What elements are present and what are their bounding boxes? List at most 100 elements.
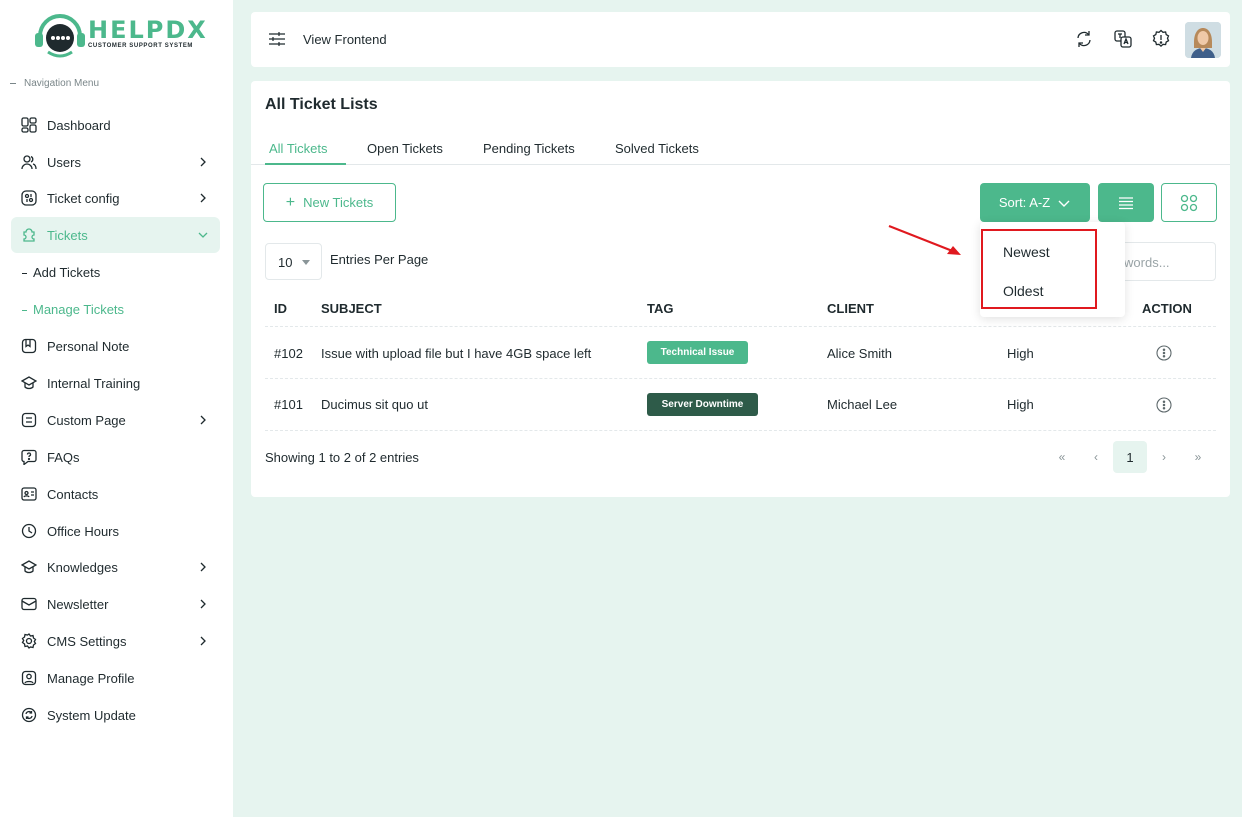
sidebar-item-label: Contacts [47,486,99,502]
note-icon [20,337,38,355]
pagination-page-1[interactable]: 1 [1113,441,1147,473]
sidebar-item-newsletter[interactable]: Newsletter [11,586,220,622]
pagination-prev[interactable]: ‹ [1079,441,1113,473]
avatar-image [1185,22,1221,58]
pagination-first[interactable]: « [1045,441,1079,473]
sidebar-item-label: Dashboard [47,117,111,133]
sidebar-item-knowledges[interactable]: Knowledges [11,549,220,585]
sidebar-item-personal-note[interactable]: Personal Note [11,328,220,364]
column-header-id: ID [274,301,287,316]
sidebar-item-tickets[interactable]: Tickets [11,217,220,253]
topbar: View Frontend [251,12,1230,67]
column-header-subject: SUBJECT [321,301,382,316]
caret-down-icon [302,260,310,265]
sidebar-item-label: Office Hours [47,523,120,539]
page-title: All Ticket Lists [265,96,378,113]
column-header-client: CLIENT [827,301,874,316]
view-frontend-link[interactable]: View Frontend [303,32,387,47]
ticket-id: #102 [274,346,303,361]
entries-per-page-label: Entries Per Page [330,252,429,267]
sidebar-item-system-update[interactable]: System Update [11,697,220,733]
sidebar: HELPDX CUSTOMER SUPPORT SYSTEM Navigatio… [0,0,233,817]
more-options-icon[interactable] [1156,397,1172,413]
column-header-tag: TAG [647,301,674,316]
ticket-tag: Server Downtime [647,393,758,416]
tickets-icon [20,226,38,244]
users-icon [20,153,38,171]
tab-solved-tickets[interactable]: Solved Tickets [615,141,699,165]
new-tickets-button[interactable]: + New Tickets [263,183,396,222]
ticket-id: #101 [274,397,303,412]
settings-icon [20,632,38,650]
sidebar-item-label: System Update [47,707,136,723]
sidebar-item-faqs[interactable]: FAQs [11,439,220,475]
sidebar-item-label: CMS Settings [47,633,127,649]
refresh-icon[interactable] [1074,29,1094,49]
sidebar-subitem-manage-tickets[interactable]: Manage Tickets [22,302,124,317]
user-avatar[interactable] [1185,22,1221,58]
tab-pending-tickets[interactable]: Pending Tickets [483,141,575,165]
ticket-tabs: All Tickets Open Tickets Pending Tickets… [251,137,1230,165]
table-divider [265,326,1216,327]
page-icon [20,411,38,429]
sidebar-item-ticket-config[interactable]: Ticket config [11,180,220,216]
brand-tagline: CUSTOMER SUPPORT SYSTEM [88,43,194,49]
alert-badge-icon[interactable] [1151,29,1171,49]
annotation-highlight-box [981,229,1097,309]
plus-icon: + [285,193,296,211]
grid-icon [1180,194,1198,211]
chevron-right-icon [200,193,206,203]
sidebar-item-label: Ticket config [47,190,120,206]
pagination-last[interactable]: » [1181,441,1215,473]
pagination-next[interactable]: › [1147,441,1181,473]
sidebar-item-custom-page[interactable]: Custom Page [11,402,220,438]
dashboard-icon [20,116,38,134]
column-header-action: ACTION [1142,301,1192,316]
headset-logo-icon [35,14,85,58]
sidebar-item-office-hours[interactable]: Office Hours [11,513,220,549]
sidebar-item-label: Users [47,154,81,170]
sidebar-item-label: Personal Note [47,338,130,354]
ticket-config-icon [20,189,38,207]
grid-view-button[interactable] [1161,183,1217,222]
sidebar-item-label: Manage Profile [47,670,135,686]
tab-all-tickets[interactable]: All Tickets [265,141,346,165]
sidebar-item-label: Tickets [47,227,88,243]
sidebar-item-label: Internal Training [47,375,141,391]
list-view-button[interactable] [1098,183,1154,222]
newsletter-icon [20,595,38,613]
ticket-client: Alice Smith [827,346,893,361]
tab-open-tickets[interactable]: Open Tickets [367,141,443,165]
annotation-arrow-icon [888,224,961,255]
sidebar-item-manage-profile[interactable]: Manage Profile [11,660,220,696]
brand-logo[interactable]: HELPDX CUSTOMER SUPPORT SYSTEM [34,12,206,60]
sidebar-item-cms-settings[interactable]: CMS Settings [11,623,220,659]
training-icon [20,374,38,392]
ticket-priority: High [1007,346,1034,361]
chevron-right-icon [200,636,206,646]
chevron-right-icon [200,415,206,425]
showing-entries-text: Showing 1 to 2 of 2 entries [265,450,419,465]
chevron-right-icon [200,599,206,609]
ticket-client: Michael Lee [827,397,898,412]
update-icon [20,706,38,724]
sort-dropdown-button[interactable]: Sort: A-Z [980,183,1090,222]
ticket-subject[interactable]: Ducimus sit quo ut [321,397,428,412]
nav-section-title: Navigation Menu [10,78,99,89]
sidebar-item-internal-training[interactable]: Internal Training [11,365,220,401]
translate-icon[interactable] [1113,29,1133,49]
faq-icon [20,448,38,466]
table-divider [265,430,1216,431]
sidebar-item-users[interactable]: Users [11,144,220,180]
sidebar-subitem-add-tickets[interactable]: Add Tickets [22,265,100,280]
chevron-right-icon [200,562,206,572]
more-options-icon[interactable] [1156,345,1172,361]
sidebar-item-dashboard[interactable]: Dashboard [11,107,220,143]
chevron-down-icon [1058,200,1070,207]
knowledge-icon [20,558,38,576]
ticket-subject[interactable]: Issue with upload file but I have 4GB sp… [321,346,591,361]
sidebar-item-contacts[interactable]: Contacts [11,476,220,512]
entries-per-page-select[interactable]: 10 [265,243,322,280]
sliders-menu-icon[interactable] [268,31,286,47]
sidebar-item-label: Knowledges [47,559,118,575]
